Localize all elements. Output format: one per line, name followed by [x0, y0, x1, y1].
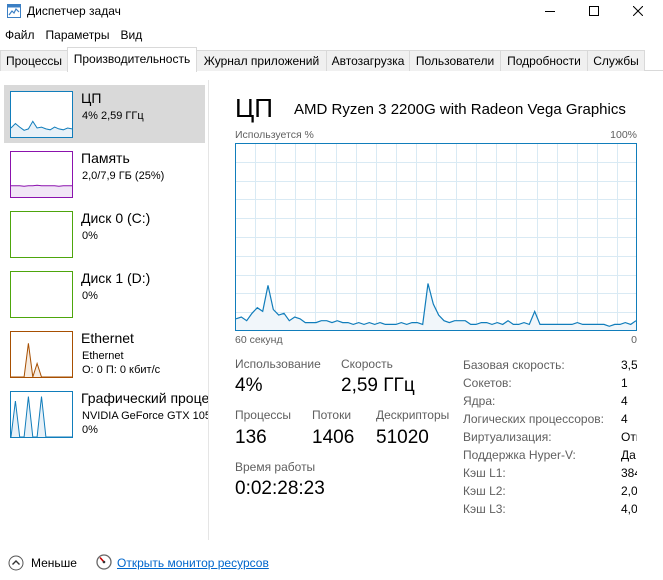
maximize-button[interactable] [572, 0, 616, 22]
spec-label-l3-cache: Кэш L3: [463, 502, 506, 516]
close-icon [633, 6, 643, 16]
task-manager-icon [7, 4, 21, 18]
gpu-thumbnail-area [11, 396, 72, 437]
title-bar: Диспетчер задач [0, 0, 663, 23]
spec-value-l1-cache: 384 КБ [621, 466, 637, 480]
memory-thumbnail-graph [10, 151, 73, 198]
sidebar-item-disk1[interactable]: Диск 1 (D:) 0% [4, 265, 205, 323]
sidebar-item-detail: 2,0/7,9 ГБ (25%) [82, 170, 165, 182]
spec-label-virtualization: Виртуализация: [463, 430, 552, 444]
tab-startup[interactable]: Автозагрузка [326, 50, 410, 71]
window-title: Диспетчер задач [27, 4, 121, 18]
ethernet-thumbnail-graph [10, 331, 73, 378]
minimize-button[interactable] [528, 0, 572, 22]
footer-bar: Меньше Открыть монитор ресурсов [0, 548, 663, 580]
spec-label-cores: Ядра: [463, 394, 496, 408]
sidebar-item-gpu[interactable]: Графический процессор 0 NVIDIA GeForce G… [4, 385, 208, 443]
menu-view[interactable]: Вид [115, 25, 148, 45]
spec-value-logical-processors: 4 [621, 412, 628, 426]
spec-value-l2-cache: 2,0 МБ [621, 484, 637, 498]
graph-y-axis-min: 0 [631, 334, 637, 346]
tab-app-history[interactable]: Журнал приложений [196, 50, 327, 71]
minimize-icon [545, 11, 555, 12]
spec-value-sockets: 1 [621, 376, 628, 390]
threads-value: 1406 [312, 427, 355, 448]
menu-options[interactable]: Параметры [41, 25, 116, 45]
menu-bar: Файл Параметры Вид [0, 25, 148, 45]
processes-value: 136 [235, 427, 267, 448]
mem-thumbnail-area [11, 185, 72, 197]
usage-value: 4% [235, 375, 263, 396]
open-resource-monitor-link[interactable]: Открыть монитор ресурсов [117, 556, 269, 570]
sidebar-item-detail: Ethernet [82, 350, 124, 362]
menu-file[interactable]: Файл [0, 25, 41, 45]
resource-sidebar: ЦП 4% 2,59 ГГц Память 2,0/7,9 ГБ (25%) Д… [0, 80, 209, 540]
sidebar-item-title: Память [81, 150, 130, 166]
cpu-model-name: AMD Ryzen 3 2200G with Radeon Vega Graph… [294, 101, 626, 118]
threads-label: Потоки [312, 408, 352, 422]
spec-label-logical-processors: Логических процессоров: [463, 412, 604, 426]
processes-label: Процессы [235, 408, 292, 422]
collapse-chevron-icon[interactable] [8, 555, 24, 571]
cpu-usage-graph [235, 143, 637, 331]
sidebar-item-detail: 0% [82, 290, 98, 302]
sidebar-item-memory[interactable]: Память 2,0/7,9 ГБ (25%) [4, 145, 205, 203]
cpu-thumbnail-area [11, 121, 72, 137]
handles-label: Дескрипторы [376, 408, 450, 422]
disk0-thumbnail-graph [10, 211, 73, 258]
spec-value-virtualization: Отключено [621, 430, 637, 444]
spec-label-hyperv: Поддержка Hyper-V: [463, 448, 576, 462]
tab-details[interactable]: Подробности [500, 50, 588, 71]
sidebar-item-throughput: О: 0 П: 0 кбит/с [82, 364, 161, 376]
sidebar-item-usage: 0% [82, 424, 98, 436]
usage-label: Использование [235, 357, 321, 371]
speed-value: 2,59 ГГц [341, 375, 415, 396]
spec-value-base-speed: 3,50 ГГц [621, 358, 637, 372]
tab-services[interactable]: Службы [587, 50, 645, 71]
spec-label-l2-cache: Кэш L2: [463, 484, 506, 498]
sidebar-item-title: ЦП [81, 90, 102, 106]
tab-processes[interactable]: Процессы [0, 50, 68, 71]
handles-value: 51020 [376, 427, 429, 448]
spec-label-base-speed: Базовая скорость: [463, 358, 565, 372]
mem-thumbnail-line [11, 184, 72, 187]
tab-performance[interactable]: Производительность [67, 47, 197, 72]
spec-value-hyperv: Да [621, 448, 636, 462]
disk1-thumbnail-graph [10, 271, 73, 318]
graph-time-span: 60 секунд [235, 334, 283, 346]
tab-bar: Процессы Производительность Журнал прило… [0, 47, 663, 72]
graph-y-axis-label: Используется % [235, 129, 314, 141]
uptime-value: 0:02:28:23 [235, 478, 325, 499]
sidebar-item-detail: NVIDIA GeForce GTX 1050 [82, 410, 209, 422]
spec-label-l1-cache: Кэш L1: [463, 466, 506, 480]
resource-monitor-icon [96, 554, 112, 570]
eth-thumbnail-area [11, 343, 72, 377]
sidebar-item-title: Графический процессор 0 [81, 390, 209, 406]
sidebar-item-detail: 0% [82, 230, 98, 242]
cpu-thumbnail-graph [10, 91, 73, 138]
maximize-icon [589, 6, 599, 16]
spec-label-sockets: Сокетов: [463, 376, 512, 390]
gpu-thumbnail-graph [10, 391, 73, 438]
close-button[interactable] [616, 0, 660, 22]
uptime-label: Время работы [235, 460, 316, 474]
fewer-details-button[interactable]: Меньше [31, 556, 77, 570]
spec-value-cores: 4 [621, 394, 628, 408]
tab-users[interactable]: Пользователи [409, 50, 501, 71]
sidebar-item-disk0[interactable]: Диск 0 (C:) 0% [4, 205, 205, 263]
sidebar-item-cpu[interactable]: ЦП 4% 2,59 ГГц [4, 85, 205, 143]
speed-label: Скорость [341, 357, 393, 371]
spec-value-l3-cache: 4,0 МБ [621, 502, 637, 516]
sidebar-item-title: Диск 0 (C:) [81, 210, 151, 226]
sidebar-item-detail: 4% 2,59 ГГц [82, 110, 144, 122]
page-title: ЦП [235, 93, 273, 123]
sidebar-item-ethernet[interactable]: Ethernet Ethernet О: 0 П: 0 кбит/с [4, 325, 205, 383]
graph-y-axis-max: 100% [610, 129, 637, 141]
sidebar-item-title: Диск 1 (D:) [81, 270, 151, 286]
eth-thumbnail-line [11, 343, 72, 377]
sidebar-item-title: Ethernet [81, 330, 134, 346]
